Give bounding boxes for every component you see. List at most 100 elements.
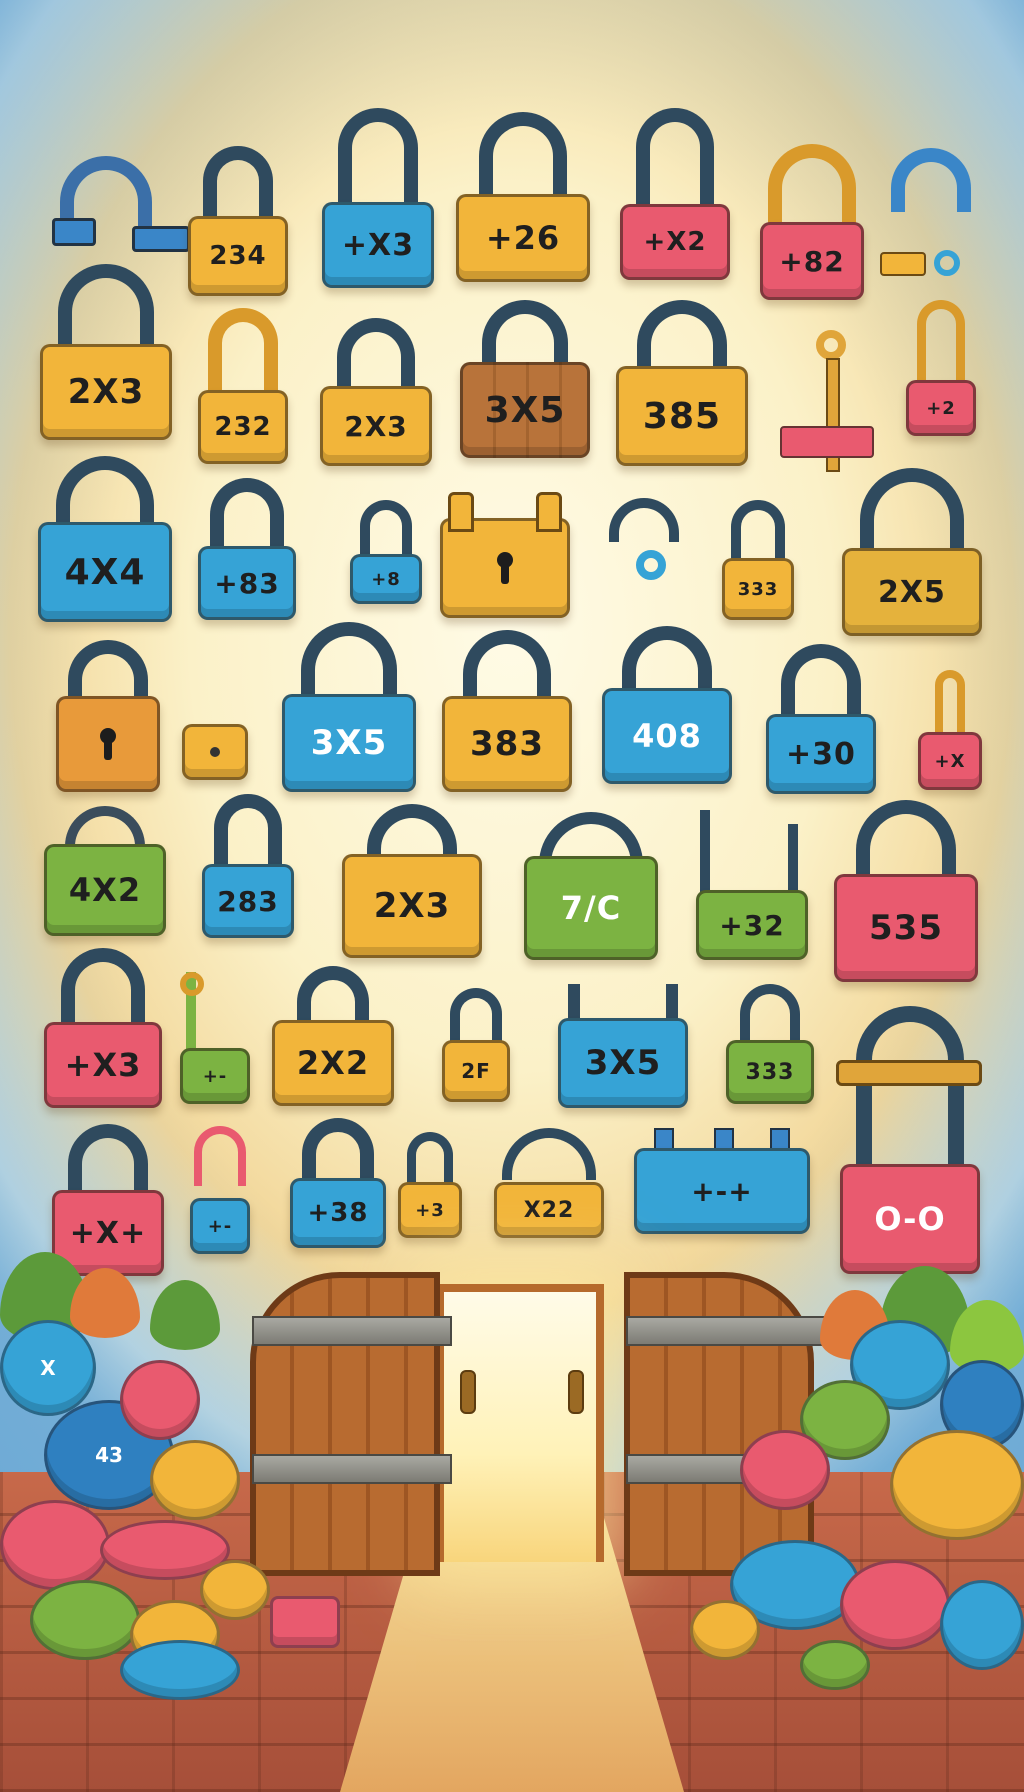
padlock-label: 4X4	[64, 551, 146, 593]
padlock: +38	[290, 1118, 386, 1248]
padlock-label: +30	[786, 736, 856, 772]
open-shackle	[886, 148, 976, 218]
pebble	[150, 1440, 240, 1520]
pebble	[800, 1640, 870, 1690]
padlock: +X2	[620, 108, 730, 280]
padlock-label: 408	[632, 717, 702, 755]
padlock-label: +X+	[69, 1215, 147, 1251]
padlock-label: 2X5	[878, 574, 946, 610]
keyhole-icon	[497, 552, 513, 584]
pebble	[740, 1430, 830, 1510]
padlock-label: 2X3	[344, 409, 408, 443]
padlock-label: 3X5	[584, 1043, 662, 1083]
keyhole-lock	[56, 640, 160, 792]
padlock-label: +2	[926, 397, 956, 419]
pebble	[120, 1360, 200, 1440]
padlock-label: +-	[207, 1215, 233, 1237]
pebble	[690, 1600, 760, 1660]
padlock-label: +8	[371, 568, 401, 590]
padlock: +2	[906, 300, 976, 436]
padlock-label: +X	[934, 750, 966, 772]
padlock: 333	[726, 984, 814, 1104]
padlock-label: 232	[214, 412, 272, 442]
padlock: 3X5	[558, 984, 688, 1108]
key-ring-icon	[934, 250, 960, 276]
padlock-label: +-+	[691, 1174, 753, 1208]
padlock: +X3	[44, 948, 162, 1108]
padlock: 232	[198, 308, 288, 464]
keyhole-lock	[440, 492, 570, 618]
iron-band	[252, 1454, 452, 1484]
small-padlock	[182, 700, 248, 780]
pebble-label: X	[40, 1356, 56, 1380]
padlock-label: +-	[202, 1065, 228, 1087]
padlock-label: 2F	[461, 1059, 491, 1083]
keyhole-icon	[100, 728, 116, 760]
padlock-label: 535	[869, 908, 943, 948]
pebble	[30, 1580, 140, 1660]
pebble	[200, 1560, 270, 1620]
padlock: +-	[180, 972, 250, 1104]
padlock: X22	[494, 1128, 604, 1238]
padlock: 2X2	[272, 966, 394, 1106]
padlock: +82	[760, 144, 864, 300]
open-doorway	[436, 1284, 604, 1562]
small-key	[880, 252, 926, 276]
pebble	[840, 1560, 950, 1650]
padlock: 2X5	[842, 468, 982, 636]
padlock: +-+	[634, 1128, 810, 1234]
padlock-label: +26	[485, 219, 561, 257]
padlock: 333	[722, 500, 794, 620]
padlock: +30	[766, 644, 876, 794]
padlock-label: 383	[470, 724, 544, 764]
padlock-label: +X2	[643, 227, 707, 257]
door-handle-left	[460, 1370, 476, 1414]
padlock-label: 2X3	[67, 372, 145, 412]
padlock: 3X5	[282, 622, 416, 792]
padlock-label: +82	[779, 244, 845, 278]
keyhole-icon	[210, 747, 220, 757]
padlock-label: 3X5	[310, 723, 388, 763]
padlock: 3X5	[460, 300, 590, 458]
puzzle-locks-scene: 234 +X3 +26 +X2 +82 2X3 232 2X3 3X5 385 …	[0, 0, 1024, 1792]
padlock-label: 333	[745, 1059, 795, 1085]
padlock-label: X22	[523, 1197, 575, 1223]
pebble	[120, 1640, 240, 1700]
pebble	[890, 1430, 1024, 1540]
padlock: +83	[198, 478, 296, 620]
padlock: +-	[190, 1126, 250, 1254]
pebble	[940, 1580, 1024, 1670]
padlock: 234	[188, 146, 288, 296]
padlock: +32	[696, 810, 808, 960]
padlock: +3	[398, 1132, 462, 1238]
padlock: 2X3	[342, 804, 482, 958]
padlock: 408	[602, 626, 732, 784]
foliage	[150, 1280, 220, 1350]
padlock-label: 4X2	[68, 871, 142, 909]
padlock: +X+	[52, 1124, 164, 1276]
padlock: +X3	[322, 108, 434, 288]
padlock-label: +X3	[64, 1046, 142, 1084]
padlock: +X	[918, 670, 982, 790]
iron-band	[626, 1316, 826, 1346]
padlock: O-O	[836, 1006, 982, 1274]
padlock: 2F	[442, 988, 510, 1102]
padlock-label: 2X3	[373, 886, 451, 926]
wooden-door-right[interactable]	[624, 1272, 826, 1576]
padlock-label: +32	[719, 908, 785, 942]
padlock: 283	[202, 794, 294, 938]
iron-band	[252, 1316, 452, 1346]
padlock: 385	[616, 300, 748, 466]
padlock: +8	[350, 500, 422, 604]
padlock-label: 234	[209, 241, 267, 271]
door-handle-right	[568, 1370, 584, 1414]
padlock: 4X2	[44, 806, 166, 936]
padlock-label: +3	[415, 1199, 445, 1221]
padlock: 383	[442, 630, 572, 792]
padlock-label: 7/C	[560, 889, 622, 927]
padlock: 2X3	[40, 264, 172, 440]
padlock-label: O-O	[874, 1200, 946, 1238]
open-shackle-icon	[596, 498, 692, 598]
padlock-label: 3X5	[484, 389, 566, 431]
wooden-door-left[interactable]	[250, 1272, 452, 1576]
